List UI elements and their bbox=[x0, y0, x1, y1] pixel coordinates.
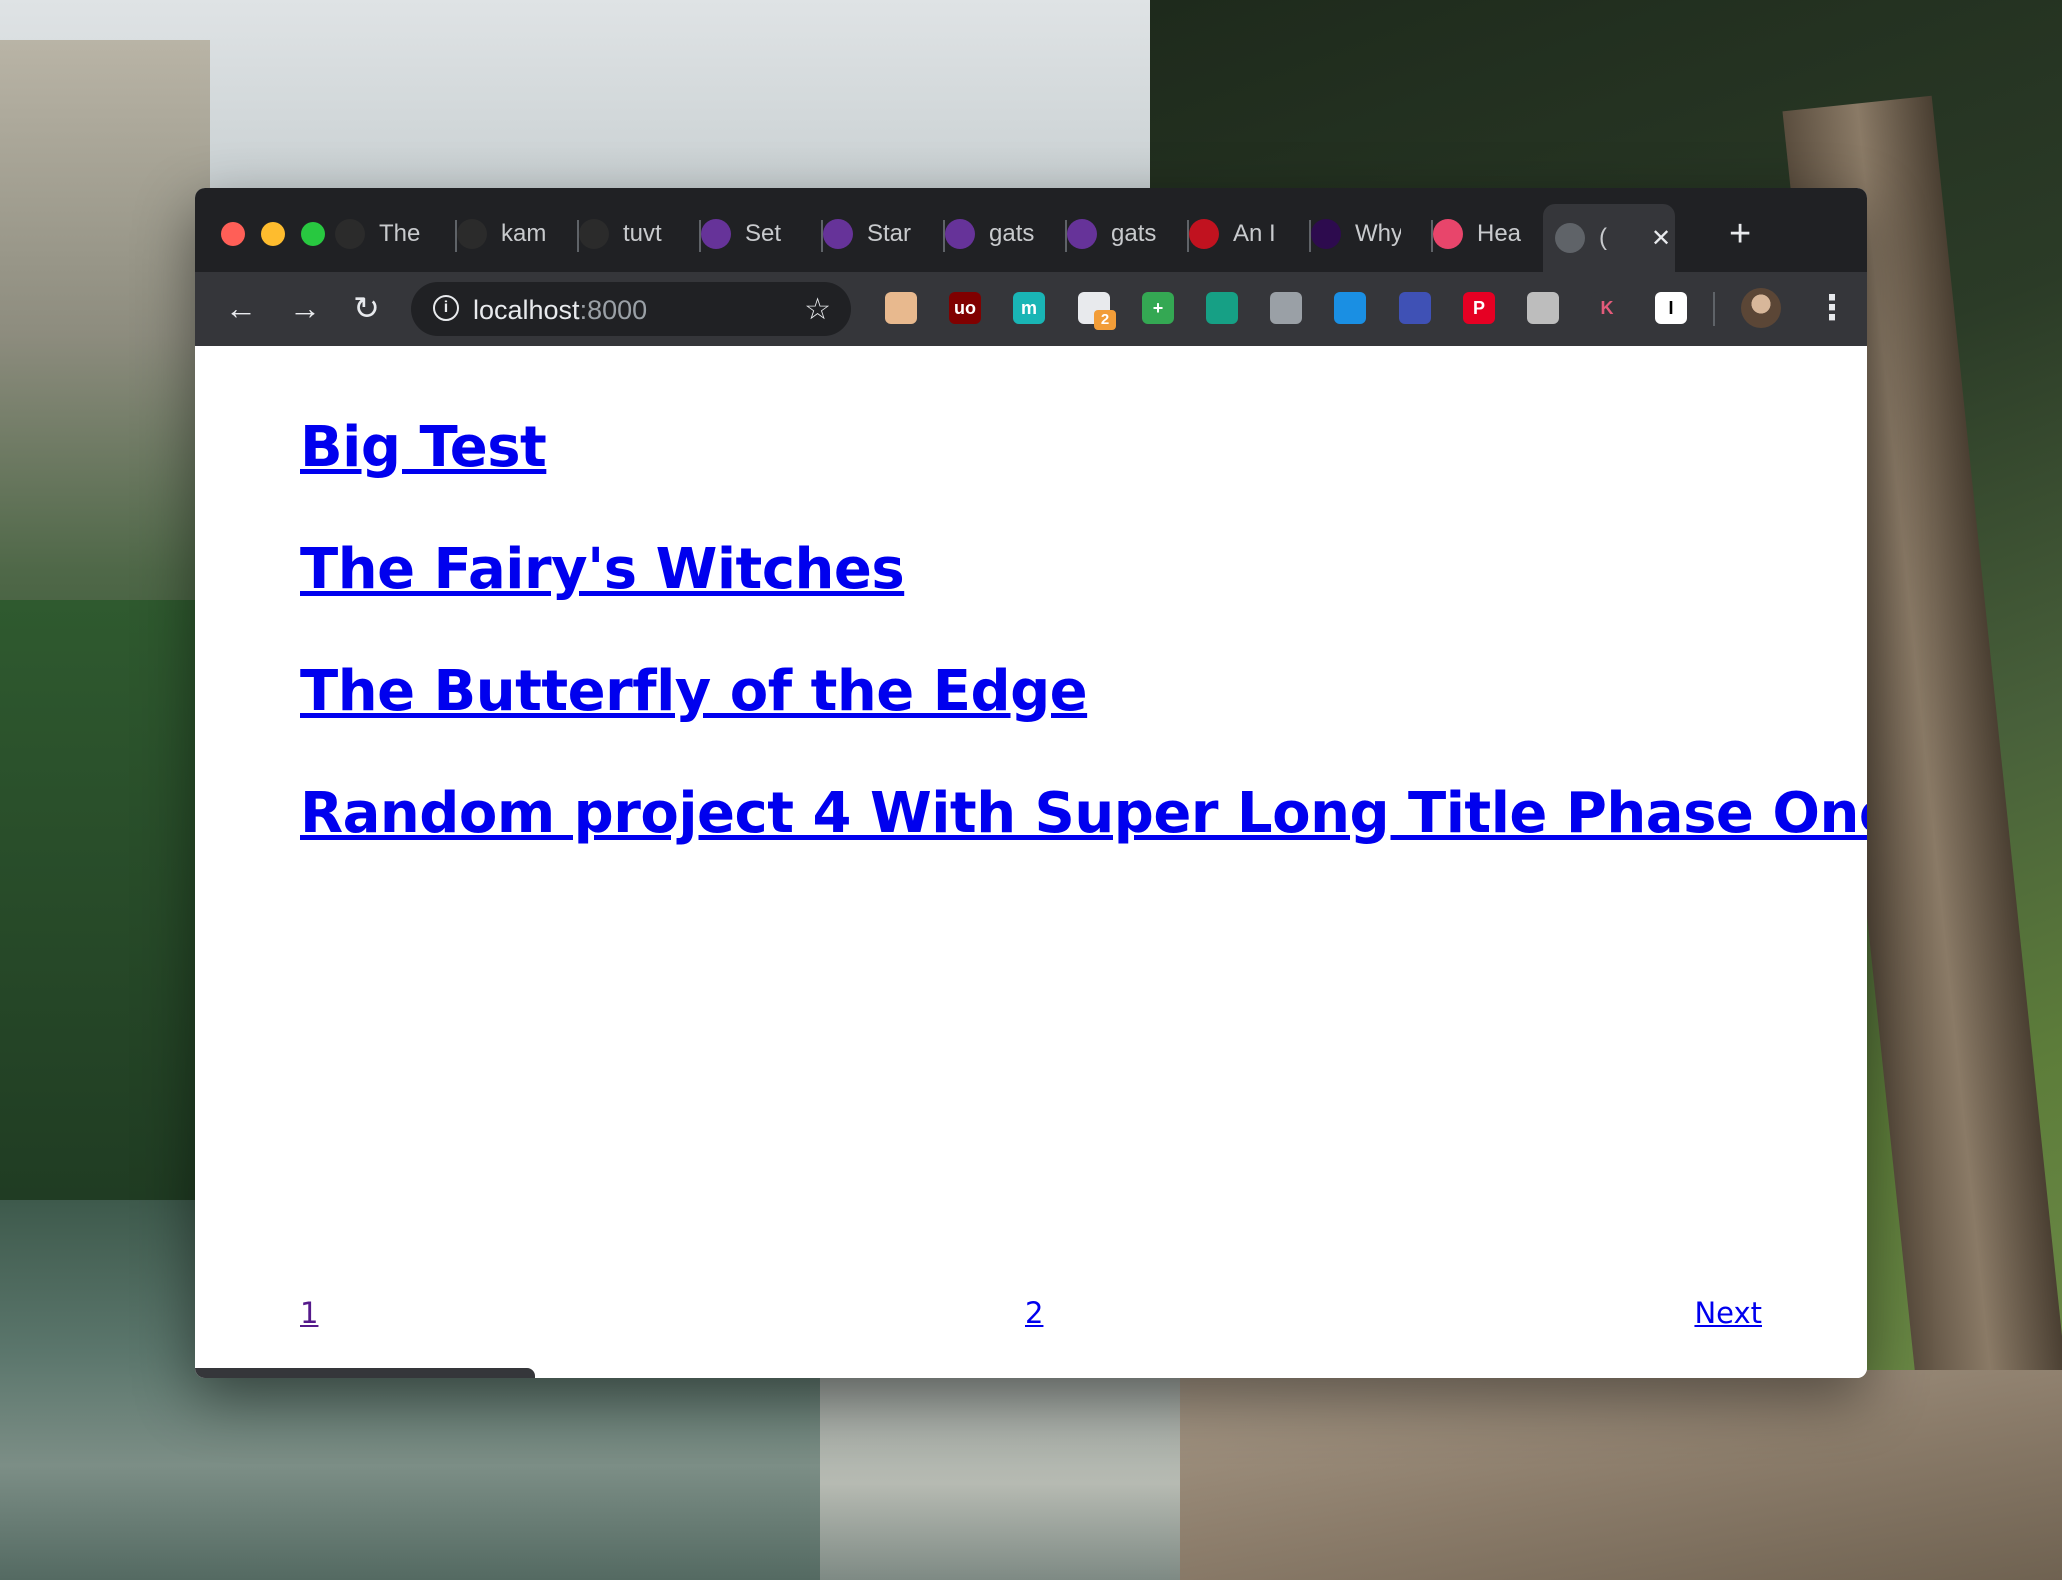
tab-title: tuvt bbox=[623, 220, 662, 247]
url-host: localhost bbox=[473, 295, 580, 325]
bookmark-star-icon[interactable]: ☆ bbox=[804, 292, 831, 327]
post-list: Big Test The Fairy's Witches The Butterfly… bbox=[300, 416, 1867, 904]
new-tab-button[interactable]: + bbox=[1729, 215, 1751, 253]
pinterest-ext-icon[interactable]: P bbox=[1463, 292, 1495, 324]
ublock-ext-icon[interactable]: uo bbox=[949, 292, 981, 324]
browser-tab[interactable]: Star bbox=[811, 208, 945, 260]
tab-title: Star bbox=[867, 220, 912, 247]
close-window-button[interactable] bbox=[221, 222, 245, 246]
maximize-window-button[interactable] bbox=[301, 222, 325, 246]
download-ext-icon[interactable] bbox=[1334, 292, 1366, 324]
toolbar-divider bbox=[1713, 292, 1715, 326]
tab-title: Why bbox=[1355, 220, 1401, 247]
notes-ext-icon[interactable] bbox=[1399, 292, 1431, 324]
browser-tab[interactable]: (✕ bbox=[1543, 204, 1675, 272]
globe-icon bbox=[1555, 223, 1585, 253]
extension-label: I bbox=[1668, 298, 1674, 318]
tab-title: The bbox=[379, 220, 421, 247]
browser-tab[interactable]: tuvt bbox=[567, 208, 701, 260]
forest bbox=[0, 600, 200, 1240]
post-item: The Fairy's Witches bbox=[300, 538, 1867, 660]
post-title-link[interactable]: The Fairy's Witches bbox=[300, 538, 1867, 660]
mercury-ext-icon[interactable]: m bbox=[1013, 292, 1045, 324]
browser-tab[interactable]: gats bbox=[1055, 208, 1189, 260]
extension-label: P bbox=[1472, 298, 1485, 318]
extension-label: uo bbox=[954, 298, 976, 318]
post-title-link[interactable]: The Butterfly of the Edge bbox=[300, 660, 1867, 782]
browser-tab[interactable]: Hea bbox=[1421, 208, 1555, 260]
browser-toolbar: ← → ↻ i localhost:8000 ☆ uo m 2 + P K I ⋮ bbox=[195, 272, 1867, 346]
browser-tab[interactable]: Why bbox=[1299, 208, 1433, 260]
url-port: :8000 bbox=[579, 295, 648, 325]
menu-kebab-icon[interactable]: ⋮ bbox=[1815, 288, 1849, 328]
reload-icon[interactable]: ↻ bbox=[353, 292, 380, 324]
page-content: Big Test The Fairy's Witches The Butterfly… bbox=[195, 346, 1867, 1378]
extension-badge: 2 bbox=[1094, 310, 1116, 330]
extension-label: + bbox=[1152, 298, 1164, 318]
github-icon bbox=[457, 219, 487, 249]
link-status-bubble: localhost:8000/big-sample-test bbox=[195, 1368, 535, 1378]
code-icon bbox=[1189, 219, 1219, 249]
back-icon[interactable]: ← bbox=[225, 292, 257, 324]
plus-ext-icon[interactable]: + bbox=[1142, 292, 1174, 324]
profile-avatar[interactable] bbox=[1741, 288, 1781, 328]
tab-title: gats bbox=[989, 220, 1035, 247]
url-text[interactable]: localhost:8000 bbox=[473, 295, 647, 326]
tab-title: Hea bbox=[1477, 220, 1522, 247]
post-item: The Butterfly of the Edge bbox=[300, 660, 1867, 782]
teal-ext-icon[interactable] bbox=[1206, 292, 1238, 324]
address-bar[interactable]: i localhost:8000 ☆ bbox=[411, 282, 851, 336]
browser-window: The kam tuvt Set Star gats gats An I Why Hea(✕ + … bbox=[195, 188, 1867, 1378]
next-page-link[interactable]: Next bbox=[1694, 1296, 1762, 1330]
badger-ext-icon[interactable]: 2 bbox=[1078, 292, 1116, 330]
pink-blob-icon bbox=[1433, 219, 1463, 249]
github-icon bbox=[579, 219, 609, 249]
browser-tab[interactable]: gats bbox=[933, 208, 1067, 260]
browser-tab[interactable]: An I bbox=[1177, 208, 1311, 260]
tab-title: An I bbox=[1233, 220, 1276, 247]
post-title-link[interactable]: Big Test bbox=[300, 416, 1867, 538]
close-tab-icon[interactable]: ✕ bbox=[1651, 224, 1671, 253]
page-1-link[interactable]: 1 bbox=[300, 1296, 318, 1330]
gatsby-icon bbox=[701, 219, 731, 249]
gatsby-icon bbox=[945, 219, 975, 249]
gatsby-icon bbox=[823, 219, 853, 249]
gatsby-icon bbox=[1067, 219, 1097, 249]
browser-tab[interactable]: kam bbox=[445, 208, 579, 260]
toolbox-ext-icon[interactable] bbox=[885, 292, 917, 324]
gear-ext-icon[interactable] bbox=[1527, 292, 1559, 324]
extension-label: K bbox=[1600, 298, 1614, 318]
camera-ext-icon[interactable] bbox=[1270, 292, 1302, 324]
js-icon bbox=[1311, 219, 1341, 249]
forward-icon[interactable]: → bbox=[289, 292, 321, 324]
instapaper-ext-icon[interactable]: I bbox=[1655, 292, 1687, 324]
post-title-link[interactable]: Random project 4 With Super Long Title P… bbox=[300, 782, 1867, 904]
github-icon bbox=[335, 219, 365, 249]
tab-title: kam bbox=[501, 220, 547, 247]
minimize-window-button[interactable] bbox=[261, 222, 285, 246]
browser-tab[interactable]: The bbox=[323, 208, 457, 260]
tab-strip: The kam tuvt Set Star gats gats An I Why Hea(✕ + bbox=[195, 188, 1867, 272]
post-item: Random project 4 With Super Long Title P… bbox=[300, 782, 1867, 904]
pagination: 1 2 Next bbox=[300, 1296, 1762, 1336]
tab-title: gats bbox=[1111, 220, 1157, 247]
tab-title: Set bbox=[745, 220, 782, 247]
browser-tab[interactable]: Set bbox=[689, 208, 823, 260]
info-icon[interactable]: i bbox=[433, 295, 459, 321]
page-2-link[interactable]: 2 bbox=[1025, 1296, 1043, 1330]
k-ext-icon[interactable]: K bbox=[1591, 292, 1623, 324]
post-item: Big Test bbox=[300, 416, 1867, 538]
extension-label: m bbox=[1020, 298, 1037, 318]
tab-title: ( bbox=[1599, 224, 1607, 251]
dirt-path bbox=[1180, 1370, 2062, 1580]
